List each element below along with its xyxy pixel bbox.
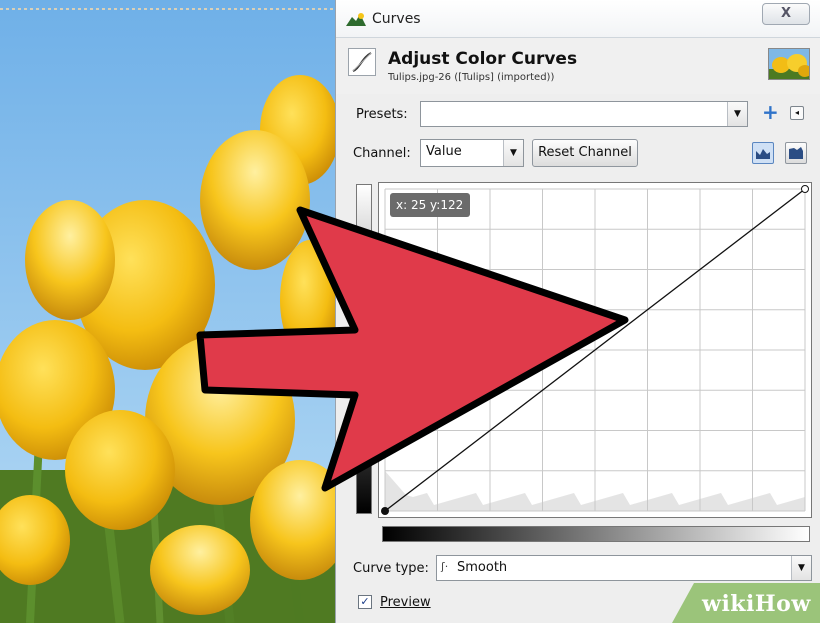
smooth-curve-icon: ʃ· (441, 560, 449, 573)
wikihow-watermark: wikiHow (702, 591, 811, 617)
preview-label: Preview (380, 595, 431, 610)
preview-checkbox[interactable]: ✓ (358, 595, 372, 609)
app-icon (346, 12, 366, 26)
curve-control-point (801, 185, 809, 193)
curve-graph[interactable] (378, 182, 812, 518)
pointer-readout: x: 25 y:122 (390, 193, 470, 217)
preset-menu-icon[interactable]: ◂ (790, 106, 804, 120)
image-thumbnail (768, 48, 810, 80)
window-title: Curves (372, 11, 421, 27)
input-gradient-bar (382, 526, 810, 542)
curve-type-combo[interactable]: ʃ· Smooth ▼ (436, 555, 812, 581)
image-name: Tulips.jpg-26 ([Tulips] (imported)) (388, 72, 555, 83)
channel-label: Channel: (353, 146, 411, 161)
presets-label: Presets: (356, 107, 408, 122)
chevron-down-icon[interactable]: ▼ (791, 556, 811, 580)
channel-value: Value (426, 144, 462, 159)
close-icon: X (780, 6, 792, 21)
chevron-down-icon[interactable]: ▼ (503, 140, 523, 166)
presets-combo[interactable]: ▼ (420, 101, 748, 127)
channel-combo[interactable]: Value ▼ (420, 139, 524, 167)
curve-type-label: Curve type: (353, 561, 429, 576)
dialog-header: Adjust Color Curves Tulips.jpg-26 ([Tuli… (336, 38, 820, 94)
curve-type-value: Smooth (457, 560, 508, 575)
chevron-down-icon[interactable]: ▼ (727, 102, 747, 126)
output-gradient-bar (356, 184, 372, 514)
curve-control-point (381, 507, 389, 515)
tulip-photo (0, 0, 340, 623)
close-button[interactable]: X (762, 3, 810, 25)
reset-channel-button[interactable]: Reset Channel (532, 139, 638, 167)
add-preset-icon[interactable]: + (762, 102, 780, 122)
log-histogram-icon[interactable] (785, 142, 807, 164)
linear-histogram-icon[interactable] (752, 142, 774, 164)
dialog-title: Adjust Color Curves (388, 49, 578, 69)
title-bar[interactable]: Curves X (336, 0, 820, 38)
curves-tool-icon (348, 48, 376, 76)
